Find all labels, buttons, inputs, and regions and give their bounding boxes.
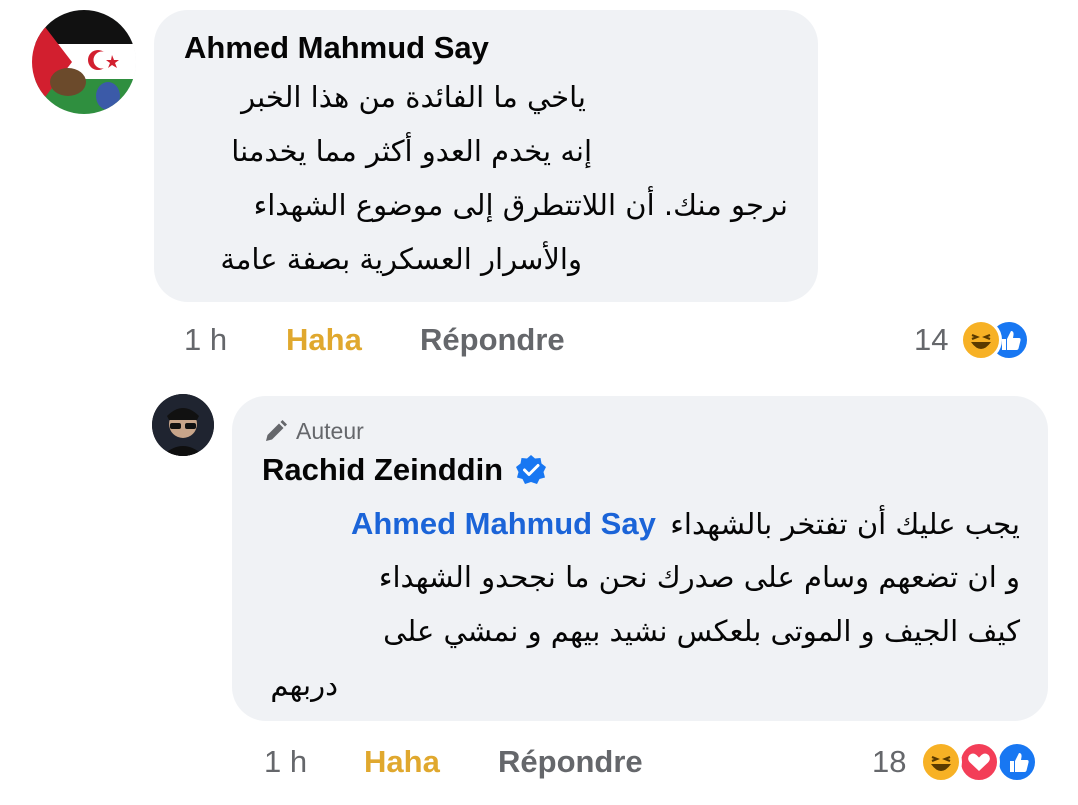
- reply-bubble: Auteur Rachid Zeinddin يجب عليك أن تفتخر…: [232, 396, 1048, 721]
- profile-photo-image: [152, 394, 214, 456]
- comment-text-line: نرجو منك. أن اللاتتطرق إلى موضوع الشهداء: [253, 188, 788, 222]
- like-reaction-icon: [996, 741, 1038, 783]
- haha-react-button[interactable]: Haha: [364, 744, 440, 780]
- comment-text-line: يجب عليك أن تفتخر بالشهداء: [670, 507, 1020, 541]
- author-badge: Auteur: [262, 418, 364, 445]
- comment-text-line: دربهم: [270, 668, 338, 702]
- verified-badge-icon: [516, 455, 547, 484]
- comment-text-line: إنه يخدم العدو أكثر مما يخدمنا: [231, 134, 592, 168]
- comment-text-line: كيف الجيف و الموتى بلعكس نشيد بيهم و نمش…: [383, 614, 1020, 648]
- comment-text-line: ياخي ما الفائدة من هذا الخبر: [241, 80, 586, 114]
- comment-text-line: والأسرار العسكرية بصفة عامة: [220, 242, 582, 276]
- comment-bubble: Ahmed Mahmud Say ياخي ما الفائدة من هذا …: [154, 10, 818, 302]
- haha-reaction-icon: [920, 741, 962, 783]
- mention-link[interactable]: Ahmed Mahmud Say: [351, 506, 656, 541]
- reply-author-link[interactable]: Rachid Zeinddin: [262, 452, 503, 488]
- haha-reaction-icon: [960, 319, 1002, 361]
- reaction-count[interactable]: 14: [914, 322, 948, 358]
- reply-first-line: يجب عليك أن تفتخر بالشهداء Ahmed Mahmud …: [262, 506, 1020, 542]
- reaction-count[interactable]: 18: [872, 744, 906, 780]
- love-reaction-icon: [958, 741, 1000, 783]
- reply-button[interactable]: Répondre: [498, 744, 643, 780]
- haha-react-button[interactable]: Haha: [286, 322, 362, 358]
- avatar-ahmed-mahmud-say[interactable]: [32, 10, 136, 114]
- comment-text-line: و ان تضعهم وسام على صدرك نحن ما نجحدو ال…: [378, 560, 1020, 594]
- reply-button[interactable]: Répondre: [420, 322, 565, 358]
- pencil-icon: [266, 419, 287, 441]
- avatar-rachid-zeinddin[interactable]: [152, 394, 214, 456]
- comment-timestamp[interactable]: 1 h: [184, 322, 227, 358]
- flag-avatar-image: [32, 10, 136, 114]
- reply-author-name: Rachid Zeinddin: [262, 452, 547, 488]
- comment-author-name[interactable]: Ahmed Mahmud Say: [184, 30, 489, 66]
- reply-timestamp[interactable]: 1 h: [264, 744, 307, 780]
- author-badge-label: Auteur: [296, 418, 364, 444]
